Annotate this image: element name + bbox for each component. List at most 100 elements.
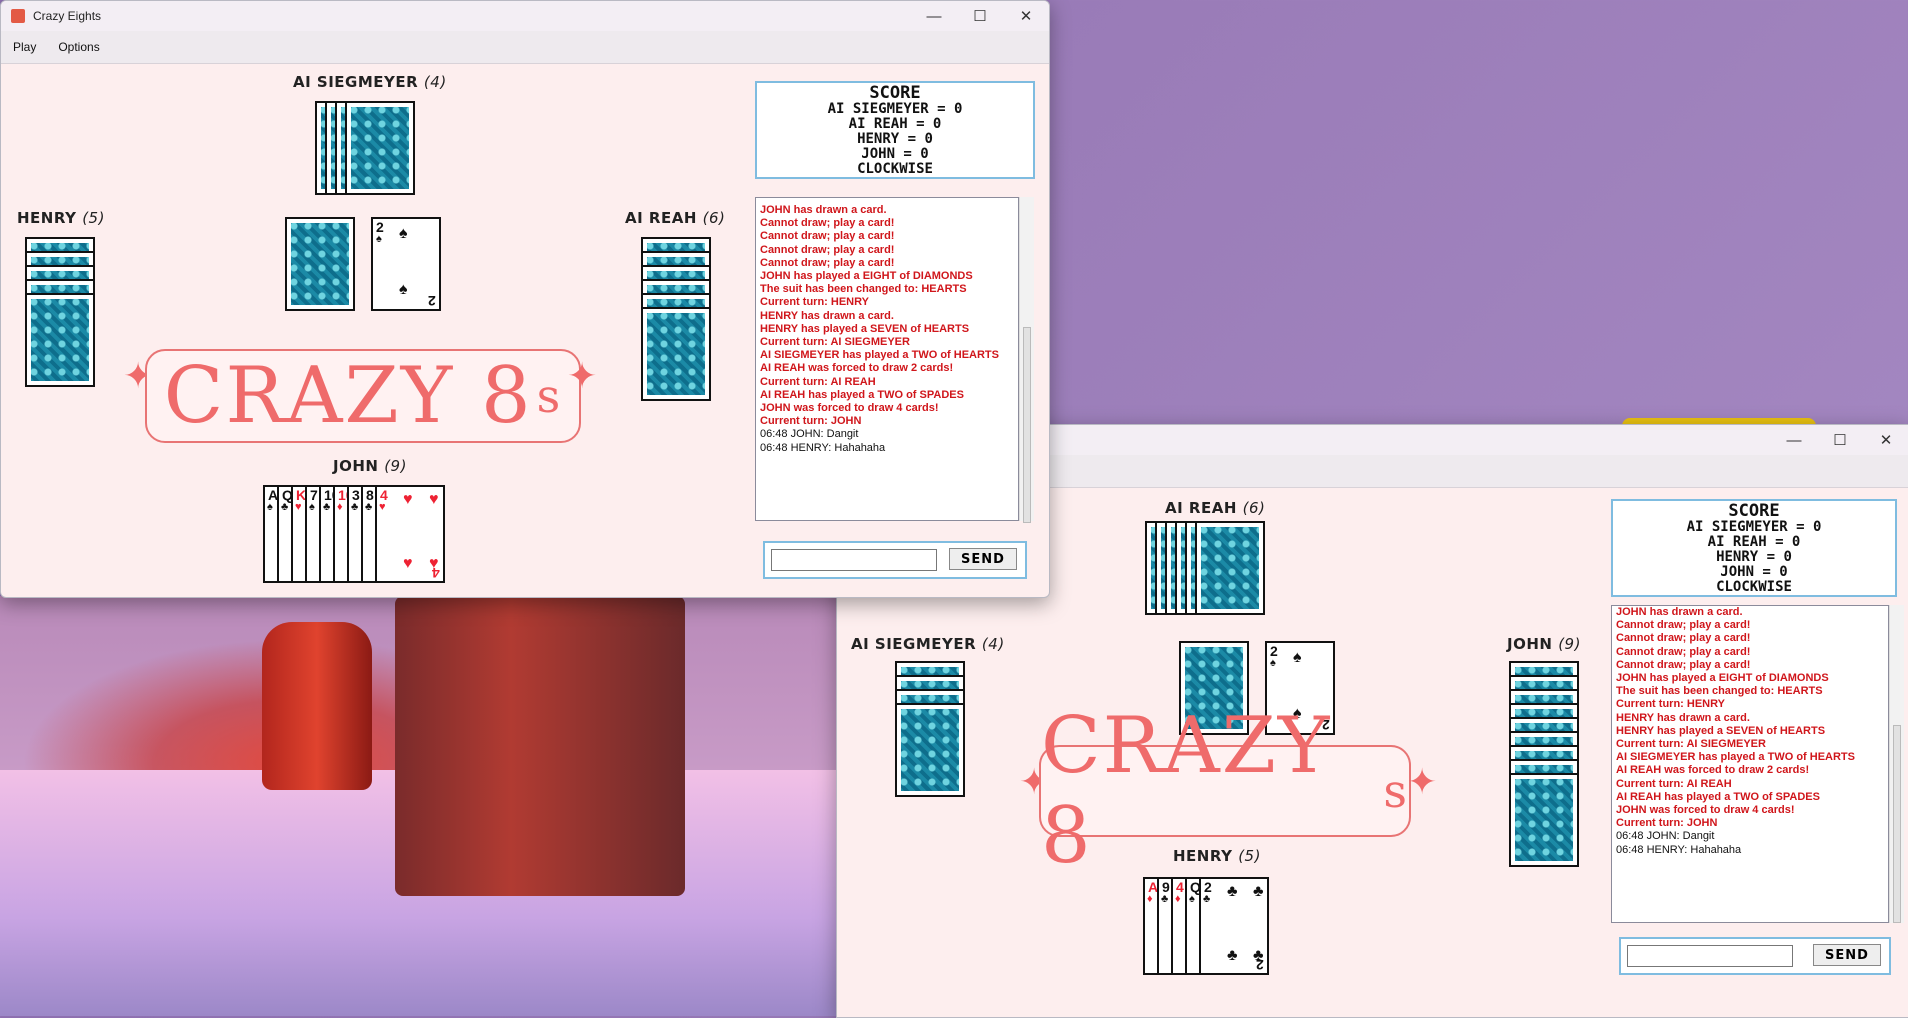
menu-bar: Play Options [1,31,1049,64]
hand-card[interactable]: 4 ♥ ♥ ♥ ♥ ♥ 4 [375,485,445,583]
log-line: Current turn: HENRY [760,296,869,309]
player-name: AI REAH [1165,499,1237,517]
log-line: The suit has been changed to: HEARTS [1616,685,1823,698]
card-count: (9) [1558,635,1581,653]
score-line: AI SIEGMEYER = 0 [1686,519,1822,535]
log-line: Current turn: AI REAH [760,375,876,388]
title-bar[interactable]: Crazy Eights — ☐ ✕ [1,1,1049,31]
crazy-eights-window: Crazy Eights — ☐ ✕ Play Options AI SIEGM… [0,0,1050,598]
close-icon[interactable]: ✕ [1863,425,1908,455]
card-back [25,293,95,387]
card-rank: 2 [1256,957,1264,973]
logo-text: CRAZY 8 [163,351,533,441]
player-label-bottom: HENRY (5) [1173,847,1261,865]
chat-input[interactable] [1627,945,1793,967]
score-panel: SCORE AI SIEGMEYER = 0 AI REAH = 0 HENRY… [755,81,1035,179]
score-line: AI REAH = 0 [1707,534,1801,550]
score-line: AI REAH = 0 [848,116,942,132]
chat-box: SEND [1619,937,1891,975]
log-line: Cannot draw; play a card! [1616,632,1751,645]
logo-text-small: s [1383,764,1409,818]
card-back [1195,521,1265,615]
card-rank: 2 [1270,643,1278,659]
log-line: JOHN was forced to draw 4 cards! [1616,804,1795,817]
card-rank: 4 [380,487,388,503]
card-suit: ♠ [1189,893,1195,905]
direction-indicator: CLOCKWISE [857,161,933,177]
log-line: Cannot draw; play a card! [1616,619,1751,632]
chat-box: SEND [763,541,1027,579]
log-line: HENRY has drawn a card. [760,309,894,322]
player-label-right: AI REAH (6) [625,209,725,227]
player-label-right: JOHN (9) [1507,635,1581,653]
log-line: Cannot draw; play a card! [760,217,895,230]
score-line: HENRY = 0 [857,131,933,147]
wallpaper-stone [262,622,372,790]
game-table: AI SIEGMEYER (4) HENRY (5) AI REAH (6) 2… [1,65,1049,597]
maximize-icon[interactable]: ☐ [1817,425,1863,455]
card-suit: ♥ [403,555,413,572]
card-back [641,307,711,401]
card-count: (4) [423,73,447,91]
player-name: JOHN [1507,635,1553,653]
card-rank: 9 [1162,879,1170,895]
logo-text-small: s [536,369,563,423]
log-line: JOHN has played a EIGHT of DIAMONDS [1616,672,1829,685]
scrollbar-thumb[interactable] [1893,725,1901,923]
hand-card[interactable]: 2 ♣ ♣ ♣ ♣ ♣ 2 [1199,877,1269,975]
log-line: Cannot draw; play a card! [1616,658,1751,671]
card-suit: ♥ [379,501,386,513]
maximize-icon[interactable]: ☐ [957,1,1003,31]
card-count: (6) [702,209,726,227]
draw-pile[interactable] [285,217,355,311]
log-scrollbar[interactable] [1019,197,1034,523]
minimize-icon[interactable]: — [1771,425,1817,455]
log-line: Current turn: HENRY [1616,698,1725,711]
card-suit: ♣ [323,501,331,513]
score-panel: SCORE AI SIEGMEYER = 0 AI REAH = 0 HENRY… [1611,499,1897,597]
card-suit: ♠ [376,233,382,245]
card-suit: ♣ [1253,883,1264,900]
log-scrollbar[interactable] [1889,605,1904,923]
crazy-8s-logo: CRAZY 8s [145,349,581,443]
log-line: AI REAH has played a TWO of SPADES [1616,790,1820,803]
log-line: AI REAH was forced to draw 2 cards! [1616,764,1810,777]
player-label-left: AI SIEGMEYER (4) [851,635,1005,653]
card-suit: ♣ [281,501,289,513]
card-suit: ♥ [429,491,439,508]
menu-options[interactable]: Options [46,40,109,54]
score-line: HENRY = 0 [1716,549,1792,565]
card-suit: ♣ [1227,947,1238,964]
log-line: Cannot draw; play a card! [1616,645,1751,658]
game-log: JOHN has drawn a card. Cannot draw; play … [1611,605,1889,923]
card-rank: 3 [352,487,360,503]
log-line: Cannot draw; play a card! [760,256,895,269]
send-button[interactable]: SEND [949,548,1017,570]
log-line: JOHN has played a EIGHT of DIAMONDS [760,270,973,283]
chat-input[interactable] [771,549,937,571]
log-line: HENRY has played a SEVEN of HEARTS [760,322,970,335]
sparkle-icon: ✦ [567,355,598,396]
minimize-icon[interactable]: — [911,1,957,31]
scrollbar-thumb[interactable] [1023,327,1031,523]
log-line: AI REAH was forced to draw 2 cards! [760,362,954,375]
send-button[interactable]: SEND [1813,944,1881,966]
log-line: HENRY has played a SEVEN of HEARTS [1616,724,1826,737]
menu-play[interactable]: Play [1,40,46,54]
app-icon [11,9,25,23]
log-line: AI REAH has played a TWO of SPADES [760,388,964,401]
score-line: AI SIEGMEYER = 0 [827,101,963,117]
card-rank: 2 [376,219,384,235]
log-line: Current turn: AI REAH [1616,777,1732,790]
card-back [895,703,965,797]
player-label-top: AI SIEGMEYER (4) [293,73,447,91]
direction-indicator: CLOCKWISE [1716,579,1792,595]
log-line: Current turn: AI SIEGMEYER [760,336,910,349]
log-line: Cannot draw; play a card! [760,243,895,256]
player-name: JOHN [333,457,379,475]
discard-pile: 2 ♠ ♠ ♠ 2 [371,217,441,311]
card-count: (6) [1242,499,1266,517]
player-name: HENRY [1173,847,1233,865]
score-heading: SCORE [869,83,921,103]
close-icon[interactable]: ✕ [1003,1,1049,31]
